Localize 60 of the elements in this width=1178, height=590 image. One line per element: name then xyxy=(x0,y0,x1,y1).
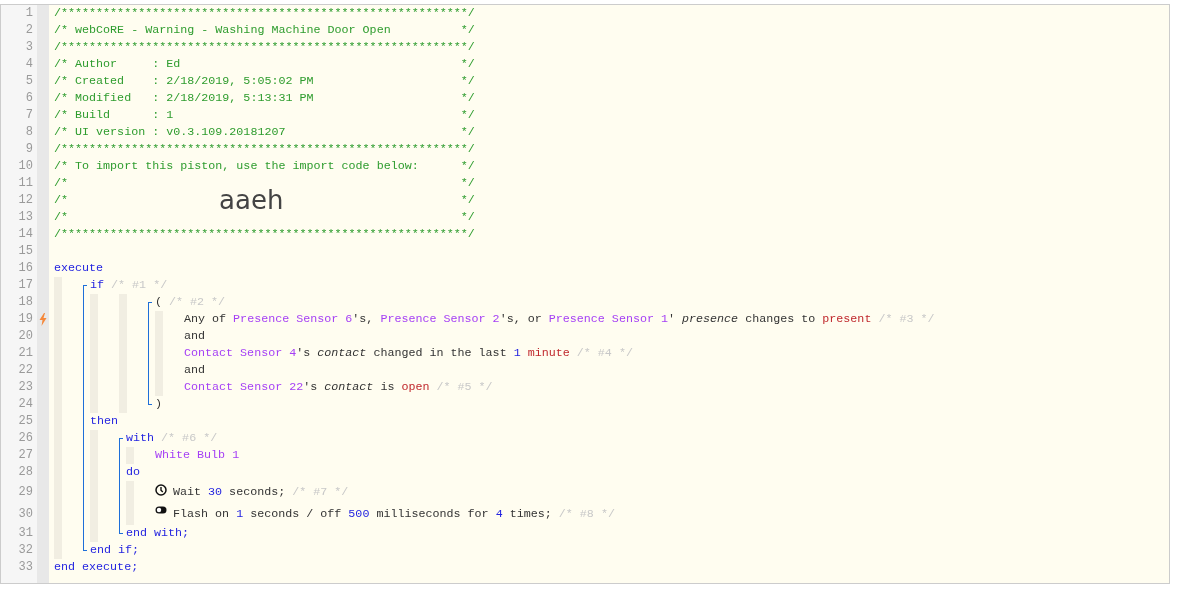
code-line: /* Created : 2/18/2019, 5:05:02 PM */ xyxy=(54,73,475,90)
code-line: end if; xyxy=(90,542,140,559)
code-line: /* */ xyxy=(54,209,475,226)
line-number: 31 xyxy=(17,525,34,542)
line-number: 25 xyxy=(17,413,34,430)
code-line: and xyxy=(184,362,206,379)
line-number: 14 xyxy=(17,226,34,243)
line-number: 3 xyxy=(24,39,34,56)
toggle-icon xyxy=(155,506,167,514)
code-line: then xyxy=(90,413,119,430)
code-line: end with; xyxy=(126,525,190,542)
line-number: 9 xyxy=(24,141,34,158)
code-line: /**********************************************************/ xyxy=(54,5,475,22)
line-number: 30 xyxy=(17,505,34,523)
code-line: /* To import this piston, use the import code below: */ xyxy=(54,158,475,175)
line-number: 29 xyxy=(17,483,34,501)
line-number: 12 xyxy=(17,192,34,209)
comment-text: /* xyxy=(54,191,69,209)
line-number: 22 xyxy=(17,362,34,379)
code-line: /**********************************************************/ xyxy=(54,226,475,243)
line-number: 6 xyxy=(24,90,34,107)
code-line: /* Build : 1 */ xyxy=(54,107,475,124)
line-number: 33 xyxy=(17,559,34,576)
line-number: 24 xyxy=(17,396,34,413)
code-line: do xyxy=(126,464,141,481)
line-number: 18 xyxy=(17,294,34,311)
code-line: and xyxy=(184,328,206,345)
line-number: 8 xyxy=(24,124,34,141)
code-line: execute xyxy=(54,260,104,277)
line-number: 17 xyxy=(17,277,34,294)
line-number: 15 xyxy=(17,243,34,260)
code-line: /* webCoRE - Warning - Washing Machine Door Open */ xyxy=(54,22,475,39)
line-number: 21 xyxy=(17,345,34,362)
code-line: ) xyxy=(155,396,162,413)
code-line: /**********************************************************/ xyxy=(54,39,475,56)
comment-text: */ xyxy=(460,191,475,209)
line-number: 20 xyxy=(17,328,34,345)
line-number: 32 xyxy=(17,542,34,559)
line-number: 28 xyxy=(17,464,34,481)
line-number: 4 xyxy=(24,56,34,73)
line-number: 10 xyxy=(17,158,34,175)
line-number: 19 xyxy=(17,311,34,328)
line-number: 26 xyxy=(17,430,34,447)
code-line: /* */ xyxy=(54,175,475,190)
line-number: 11 xyxy=(17,175,34,192)
line-number: 5 xyxy=(24,73,34,90)
line-number: 27 xyxy=(17,447,34,464)
line-number: 23 xyxy=(17,379,34,396)
clock-icon xyxy=(155,484,167,496)
code-line: /* Author : Ed */ xyxy=(54,56,475,73)
code-line: /* UI version : v0.3.109.20181207 */ xyxy=(54,124,475,141)
code-line: /**********************************************************/ xyxy=(54,141,475,158)
line-number: 1 xyxy=(24,5,34,22)
line-number: 13 xyxy=(17,209,34,226)
code-line: White Bulb 1 xyxy=(155,447,240,464)
line-number: 7 xyxy=(24,107,34,124)
code-line: /* Modified : 2/18/2019, 5:13:31 PM */ xyxy=(54,90,475,107)
line-number: 2 xyxy=(24,22,34,39)
code-line: end execute; xyxy=(54,559,139,576)
line-number: 16 xyxy=(17,260,34,277)
